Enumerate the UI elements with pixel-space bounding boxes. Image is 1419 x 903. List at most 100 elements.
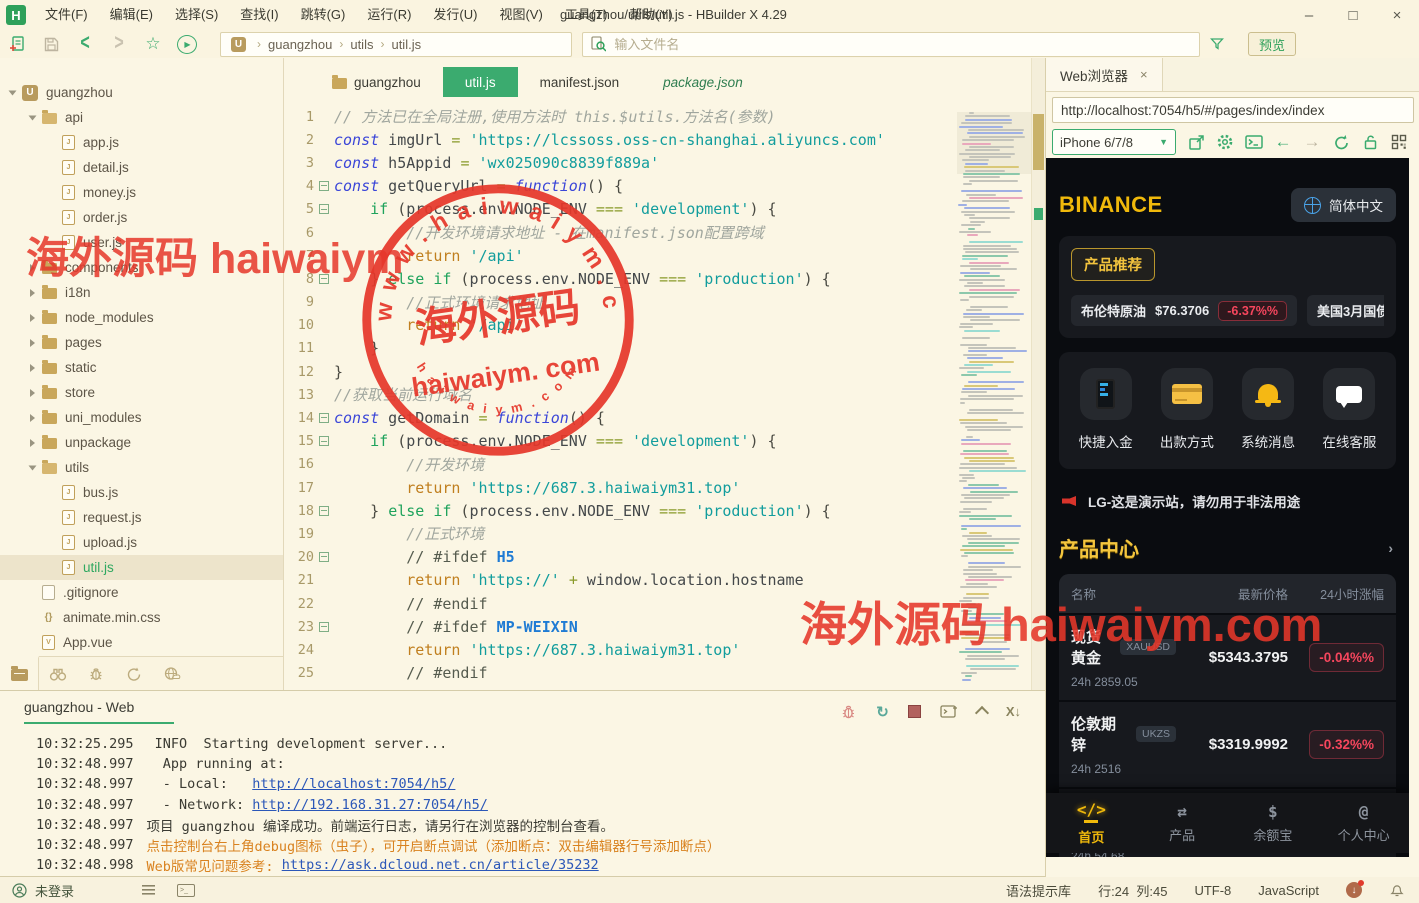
close-tab-icon[interactable]: × — [1140, 67, 1148, 82]
tree-item-unpackage[interactable]: unpackage — [0, 430, 283, 455]
tree-item-static[interactable]: static — [0, 355, 283, 380]
back-button[interactable]: < — [68, 31, 102, 57]
code-line[interactable]: 13 //获取当前运行域名 — [284, 383, 1045, 406]
fold-icon[interactable] — [314, 181, 334, 191]
fold-icon[interactable] — [314, 622, 334, 632]
console-tab[interactable]: guangzhou - Web — [24, 699, 175, 724]
editor-tab-utiljs[interactable]: util.js — [442, 67, 518, 97]
forward-button[interactable]: > — [102, 31, 136, 57]
fold-icon[interactable] — [314, 552, 334, 562]
editor-tab-manifest[interactable]: manifest.json — [518, 67, 642, 97]
tree-item-node_modules[interactable]: node_modules — [0, 305, 283, 330]
tree-item-animate.min.css[interactable]: {} animate.min.css — [0, 605, 283, 630]
line-number[interactable]: 22 — [284, 596, 314, 612]
line-number[interactable]: 11 — [284, 340, 314, 356]
menu-item[interactable]: 跳转(G) — [290, 0, 357, 30]
new-file-button[interactable] — [0, 31, 34, 57]
minimize-button[interactable]: – — [1287, 0, 1331, 30]
code-line[interactable]: 8 } else if (process.env.NODE_ENV === 'p… — [284, 267, 1045, 290]
announcement-bar[interactable]: LG-这是演示站，请勿用于非法用途 — [1062, 491, 1393, 511]
scrollbar-thumb[interactable] — [1033, 114, 1044, 170]
code-line[interactable]: 22 // #endif — [284, 592, 1045, 615]
line-number[interactable]: 17 — [284, 480, 314, 496]
tab-project-explorer[interactable] — [0, 656, 39, 690]
browser-forward-button[interactable]: → — [1303, 132, 1321, 152]
menu-item[interactable]: 视图(V) — [488, 0, 553, 30]
menu-item[interactable]: 查找(I) — [229, 0, 289, 30]
cursor-position[interactable]: 行:24 列:45 — [1098, 881, 1167, 900]
code-line[interactable]: 4 const getQueryUrl = function() { — [284, 175, 1045, 198]
line-number[interactable]: 15 — [284, 433, 314, 449]
breadcrumb-project[interactable]: guangzhou — [268, 37, 332, 52]
tree-item-order.js[interactable]: Jorder.js — [0, 205, 283, 230]
tree-item-App.vue[interactable]: V App.vue — [0, 630, 283, 655]
service-card[interactable]: 出款方式 — [1160, 368, 1214, 451]
code-line[interactable]: 14 const getDomain = function() { — [284, 406, 1045, 429]
menu-item[interactable]: 文件(F) — [34, 0, 99, 30]
line-number[interactable]: 9 — [284, 294, 314, 310]
menu-item[interactable]: 发行(U) — [422, 0, 488, 30]
tree-item-api[interactable]: api — [0, 105, 283, 130]
line-number[interactable]: 14 — [284, 410, 314, 426]
log-link[interactable]: https://ask.dcloud.net.cn/article/35232 — [282, 857, 599, 873]
minimap[interactable] — [957, 112, 1031, 682]
terminal-icon[interactable]: >_ — [177, 883, 196, 897]
editor-scrollbar[interactable] — [1031, 58, 1045, 690]
nav-个人中心[interactable]: @ 个人中心 — [1318, 793, 1409, 853]
login-status[interactable]: 未登录 — [35, 881, 74, 900]
tree-item-detail.js[interactable]: Jdetail.js — [0, 155, 283, 180]
service-phone[interactable]: 快捷入金 — [1079, 368, 1133, 451]
language-mode[interactable]: JavaScript — [1258, 883, 1319, 898]
tree-item-i18n[interactable]: i18n — [0, 280, 283, 305]
menu-item[interactable]: 选择(S) — [164, 0, 229, 30]
file-search-box[interactable] — [582, 31, 1200, 57]
line-number[interactable]: 2 — [284, 132, 314, 148]
line-number[interactable]: 12 — [284, 364, 314, 380]
line-number[interactable]: 5 — [284, 201, 314, 217]
tree-item-request.js[interactable]: Jrequest.js — [0, 505, 283, 530]
browser-back-button[interactable]: ← — [1274, 132, 1292, 152]
tab-web[interactable] — [153, 657, 191, 690]
code-line[interactable]: 19 //正式环境 — [284, 522, 1045, 545]
code-line[interactable]: 21 return 'https://' + window.location.h… — [284, 569, 1045, 592]
filter-button[interactable] — [1200, 31, 1234, 57]
line-number[interactable]: 16 — [284, 456, 314, 472]
line-number[interactable]: 13 — [284, 387, 314, 403]
tree-item-.gitignore[interactable]: .gitignore — [0, 580, 283, 605]
tree-item-upload.js[interactable]: Jupload.js — [0, 530, 283, 555]
code-line[interactable]: 24 return 'https://687.3.haiwaiym31.top' — [284, 638, 1045, 661]
tab-debug[interactable] — [77, 657, 115, 690]
code-line[interactable]: 2 const imgUrl = 'https://lcssoss.oss-cn-… — [284, 128, 1045, 151]
product-row[interactable]: 伦敦期锌 UKZS 24h 2516 $3319.9992 -0.32%% — [1059, 700, 1396, 787]
menu-item[interactable]: 编辑(E) — [99, 0, 164, 30]
tree-item-uni_modules[interactable]: uni_modules — [0, 405, 283, 430]
code-line[interactable]: 6 //开发环境请求地址 - 在manifest.json配置跨域 — [284, 221, 1045, 244]
code-line[interactable]: 15 if (process.env.NODE_ENV === 'develop… — [284, 430, 1045, 453]
recommend-pill[interactable]: 产品推荐 — [1071, 248, 1155, 281]
qr-code-button[interactable] — [1390, 134, 1408, 150]
tree-item-guangzhou[interactable]: Uguangzhou — [0, 80, 283, 105]
run-button[interactable]: ▶ — [170, 31, 204, 57]
lock-button[interactable] — [1361, 134, 1379, 150]
service-bell[interactable]: 系统消息 — [1241, 368, 1295, 451]
tree-item-util.js[interactable]: Jutil.js — [0, 555, 283, 580]
encoding-status[interactable]: UTF-8 — [1194, 883, 1231, 898]
stop-icon[interactable] — [907, 705, 921, 718]
code-line[interactable]: 11 } — [284, 337, 1045, 360]
tab-git[interactable] — [115, 657, 153, 690]
update-download-icon[interactable]: ↓ — [1346, 880, 1364, 898]
line-number[interactable]: 23 — [284, 619, 314, 635]
collapse-icon[interactable] — [974, 705, 989, 721]
syntax-lib-status[interactable]: 语法提示库 — [1006, 881, 1071, 900]
tree-item-utils[interactable]: utils — [0, 455, 283, 480]
code-line[interactable]: 17 return 'https://687.3.haiwaiym31.top' — [284, 476, 1045, 499]
tree-item-money.js[interactable]: Jmoney.js — [0, 180, 283, 205]
open-external-button[interactable] — [1187, 134, 1205, 151]
code-line[interactable]: 25 // #endif — [284, 662, 1045, 685]
fold-icon[interactable] — [314, 413, 334, 423]
console-button[interactable] — [1245, 134, 1263, 150]
code-line[interactable]: 7 return '/api' — [284, 244, 1045, 267]
fold-icon[interactable] — [314, 506, 334, 516]
code-line[interactable]: 12} — [284, 360, 1045, 383]
nav-余额宝[interactable]: $ 余额宝 — [1228, 793, 1319, 853]
